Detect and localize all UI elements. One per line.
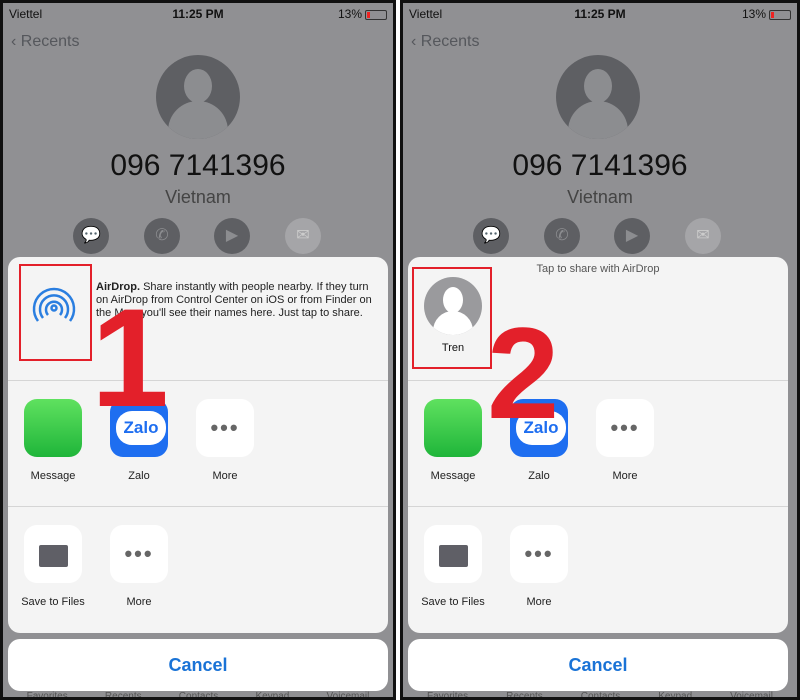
apps-row: Message Zalo Zalo ••• More [408,381,788,507]
country: Vietnam [567,187,633,207]
phone-icon[interactable]: ✆ [144,218,180,254]
action-label: More [126,596,152,608]
battery: 13% [338,7,387,21]
tab-bar: Favorites Recents Contacts Keypad Voicemail [8,691,388,697]
tab-keypad[interactable]: Keypad [255,691,289,697]
contact-avatar [156,55,240,139]
tab-voicemail[interactable]: Voicemail [730,691,773,697]
app-label: Message [30,470,76,482]
tab-voicemail[interactable]: Voicemail [327,691,370,697]
annotation-step-1: 1 [91,279,169,436]
clock: 11:25 PM [172,7,224,21]
status-bar: Viettel 11:25 PM 13% [409,5,791,23]
app-message[interactable]: Message [13,399,93,482]
phone-number: 096 7141396 [110,149,286,182]
back-label: Recents [20,33,80,50]
status-bar: Viettel 11:25 PM 13% [9,5,387,23]
action-label: More [526,596,552,608]
messages-icon [24,399,82,457]
folder-icon [424,525,482,583]
screen-step-1: Viettel 11:25 PM 13% ‹ Recents 096 71413… [0,0,396,700]
tab-contacts[interactable]: Contacts [179,691,218,697]
mail-icon[interactable]: ✉ [685,218,721,254]
tab-bar: Favorites Recents Contacts Keypad Voicemail [408,691,792,697]
clock: 11:25 PM [574,7,626,21]
battery-icon [769,9,791,20]
video-icon[interactable]: ▶ [614,218,650,254]
phone-icon[interactable]: ✆ [544,218,580,254]
annotation-box-person [412,267,492,369]
video-icon[interactable]: ▶ [214,218,250,254]
back-button[interactable]: ‹ Recents [11,33,79,51]
app-label: More [212,470,238,482]
more-icon: ••• [510,525,568,583]
contact-avatar [556,55,640,139]
tab-contacts[interactable]: Contacts [581,691,620,697]
action-label: Save to Files [21,596,85,608]
mail-icon[interactable]: ✉ [285,218,321,254]
more-icon: ••• [110,525,168,583]
messages-icon [424,399,482,457]
message-icon[interactable]: 💬 [473,218,509,254]
tab-recents[interactable]: Recents [105,691,142,697]
action-label: Save to Files [421,596,485,608]
actions-row: Save to Files ••• More [408,507,788,633]
tab-favorites[interactable]: Favorites [427,691,468,697]
actions-row: Save to Files ••• More [8,507,388,633]
battery-percent: 13% [741,7,766,21]
annotation-step-2: 2 [487,300,560,446]
tab-recents[interactable]: Recents [506,691,543,697]
app-label: More [612,470,638,482]
cancel-button[interactable]: Cancel [408,639,788,691]
tab-keypad[interactable]: Keypad [658,691,692,697]
back-label: Recents [420,33,480,50]
battery-percent: 13% [337,7,362,21]
app-message[interactable]: Message [413,399,493,482]
action-more[interactable]: ••• More [99,525,179,608]
app-more[interactable]: ••• More [185,399,265,482]
action-save-to-files[interactable]: Save to Files [13,525,93,608]
more-icon: ••• [196,399,254,457]
tab-favorites[interactable]: Favorites [27,691,68,697]
action-save-to-files[interactable]: Save to Files [413,525,493,608]
annotation-box-airdrop [19,264,92,361]
app-label: Message [430,470,476,482]
message-icon[interactable]: 💬 [73,218,109,254]
app-label: Zalo [128,470,150,482]
battery: 13% [742,7,791,21]
more-icon: ••• [596,399,654,457]
back-button[interactable]: ‹ Recents [411,33,479,51]
folder-icon [24,525,82,583]
app-more[interactable]: ••• More [585,399,665,482]
country: Vietnam [165,187,231,207]
apps-row: Message Zalo Zalo ••• More [8,381,388,507]
app-label: Zalo [528,470,550,482]
action-more[interactable]: ••• More [499,525,579,608]
screen-step-2: Viettel 11:25 PM 13% ‹ Recents 096 71413… [400,0,800,700]
battery-icon [365,9,387,20]
phone-number: 096 7141396 [512,149,688,182]
cancel-button[interactable]: Cancel [8,639,388,691]
